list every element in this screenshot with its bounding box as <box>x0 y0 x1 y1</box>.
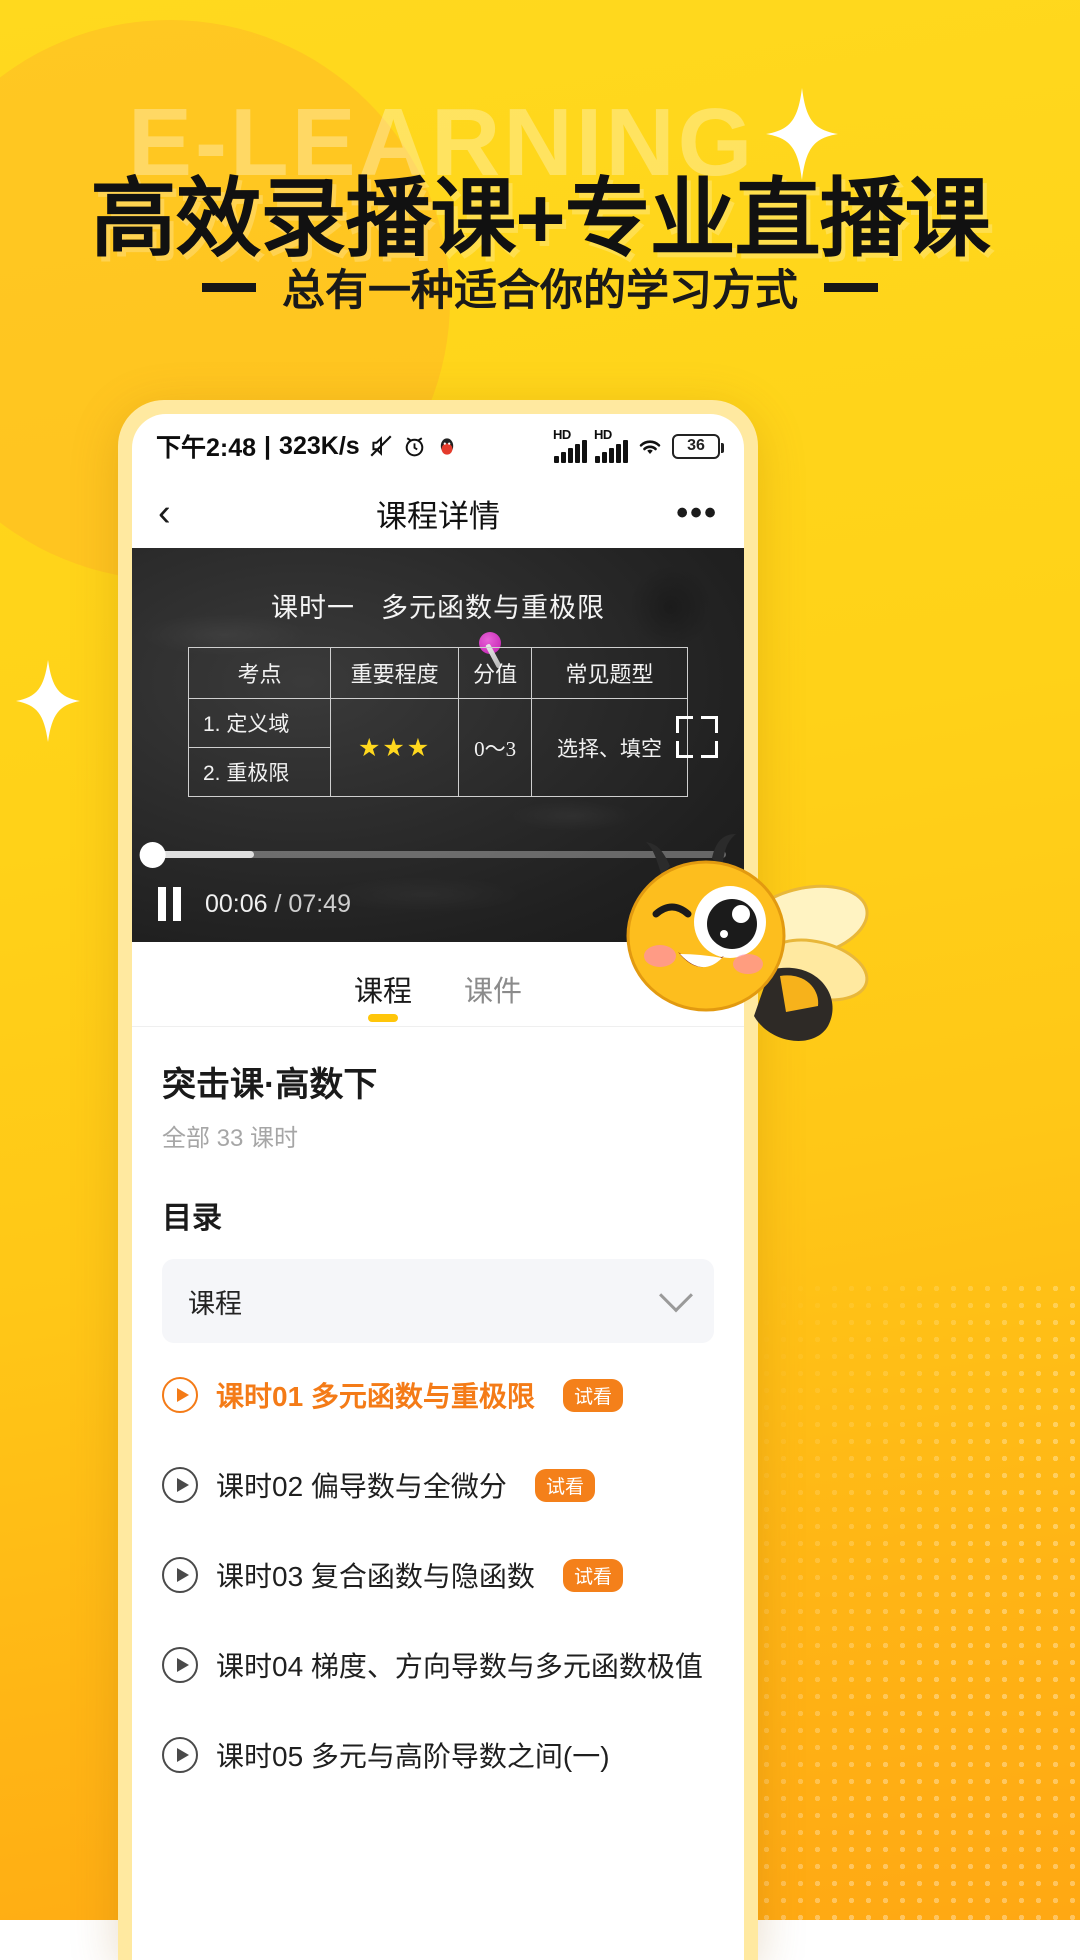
table-header-cell: 考点 <box>189 648 331 699</box>
progress-knob[interactable] <box>140 842 166 868</box>
lesson-title: 课时03 复合函数与隐函数 <box>216 1555 535 1595</box>
table-cell-point: 2. 重极限 <box>189 748 331 797</box>
catalog-group-label: 课程 <box>188 1282 242 1321</box>
promo-subtitle: 总有一种适合你的学习方式 <box>282 256 798 318</box>
dash-left <box>202 283 256 292</box>
table-header-cell: 重要程度 <box>330 648 458 699</box>
list-item[interactable]: 课时04 梯度、方向导数与多元函数极值 <box>132 1627 744 1703</box>
play-circle-icon <box>162 1377 198 1413</box>
blackboard-lesson-label: 课时一 <box>271 593 355 623</box>
play-circle-icon <box>162 1647 198 1683</box>
list-item[interactable]: 课时03 复合函数与隐函数 试看 <box>132 1537 744 1613</box>
status-network-speed: 323K/s <box>279 432 360 461</box>
promo-headline: 高效录播课+专业直播课 <box>0 148 1080 273</box>
qq-icon <box>435 434 459 458</box>
blackboard-table: 考点 重要程度 分值 常见题型 1. 定义域 ★★★ 0～3 选择、填空 2. … <box>188 647 688 797</box>
lesson-list: 课时01 多元函数与重极限 试看 课时02 偏导数与全微分 试看 课时03 复合… <box>132 1357 744 1793</box>
catalog-heading: 目录 <box>132 1153 744 1237</box>
table-header-cell: 分值 <box>459 648 532 699</box>
course-lesson-count: 全部 33 课时 <box>162 1118 714 1153</box>
total-time: 07:49 <box>288 890 351 918</box>
lesson-title: 课时04 梯度、方向导数与多元函数极值 <box>216 1645 703 1685</box>
list-item[interactable]: 课时02 偏导数与全微分 试看 <box>132 1447 744 1523</box>
hd-signal-icon: HD <box>553 430 587 463</box>
time-divider: / <box>275 890 282 918</box>
current-time: 00:06 <box>205 890 268 918</box>
status-bar: 下午2:48 | 323K/s HD HD 36 <box>132 414 744 478</box>
battery-indicator: 36 <box>672 434 720 459</box>
table-header-row: 考点 重要程度 分值 常见题型 <box>189 648 688 699</box>
page-title: 课程详情 <box>132 491 744 536</box>
phone-screen: 下午2:48 | 323K/s HD HD 36 <box>132 414 744 1960</box>
chevron-down-icon[interactable] <box>659 1278 693 1312</box>
mute-icon <box>368 433 394 459</box>
status-bar-right: HD HD 36 <box>553 430 720 463</box>
app-header: ‹ 课程详情 ••• <box>132 478 744 548</box>
promo-subtitle-row: 总有一种适合你的学习方式 <box>0 256 1080 318</box>
tab-courseware[interactable]: 课件 <box>464 968 522 1026</box>
table-cell-score: 0～3 <box>459 699 532 797</box>
table-row: 1. 定义域 ★★★ 0～3 选择、填空 <box>189 699 688 748</box>
blackboard-lesson-heading: 课时一多元函数与重极限 <box>132 548 744 625</box>
blackboard-lesson-title: 多元函数与重极限 <box>381 593 605 623</box>
alarm-icon <box>402 434 427 459</box>
play-circle-icon <box>162 1467 198 1503</box>
pause-icon[interactable] <box>158 887 181 921</box>
table-cell-question-type: 选择、填空 <box>531 699 687 797</box>
play-circle-icon <box>162 1557 198 1593</box>
bee-mascot <box>620 830 880 1070</box>
status-badge: 试看 <box>563 1379 623 1412</box>
status-badge: 试看 <box>563 1559 623 1592</box>
status-separator: | <box>264 432 271 461</box>
phone-mockup: 下午2:48 | 323K/s HD HD 36 <box>118 400 758 1960</box>
lesson-title: 课时01 多元函数与重极限 <box>216 1375 535 1415</box>
table-cell-point: 1. 定义域 <box>189 699 331 748</box>
play-circle-icon <box>162 1737 198 1773</box>
table-cell-importance: ★★★ <box>330 699 458 797</box>
status-bar-left: 下午2:48 | 323K/s <box>156 428 459 464</box>
video-time-display: 00:06 / 07:49 <box>205 890 351 919</box>
lesson-title: 课时02 偏导数与全微分 <box>216 1465 507 1505</box>
list-item[interactable]: 课时05 多元与高阶导数之间(一) <box>132 1717 744 1793</box>
list-item[interactable]: 课时01 多元函数与重极限 试看 <box>132 1357 744 1433</box>
tab-courses[interactable]: 课程 <box>354 968 412 1026</box>
dash-right <box>824 283 878 292</box>
sparkle-icon <box>766 88 838 180</box>
status-badge: 试看 <box>535 1469 595 1502</box>
fullscreen-icon[interactable] <box>676 716 718 758</box>
lesson-title: 课时05 多元与高阶导数之间(一) <box>216 1735 610 1775</box>
status-time: 下午2:48 <box>156 428 256 464</box>
hd-signal-icon: HD <box>594 430 628 463</box>
sparkle-icon <box>16 660 80 742</box>
wifi-icon <box>635 434 665 458</box>
table-header-cell: 常见题型 <box>531 648 687 699</box>
catalog-group-row[interactable]: 课程 <box>162 1259 714 1343</box>
